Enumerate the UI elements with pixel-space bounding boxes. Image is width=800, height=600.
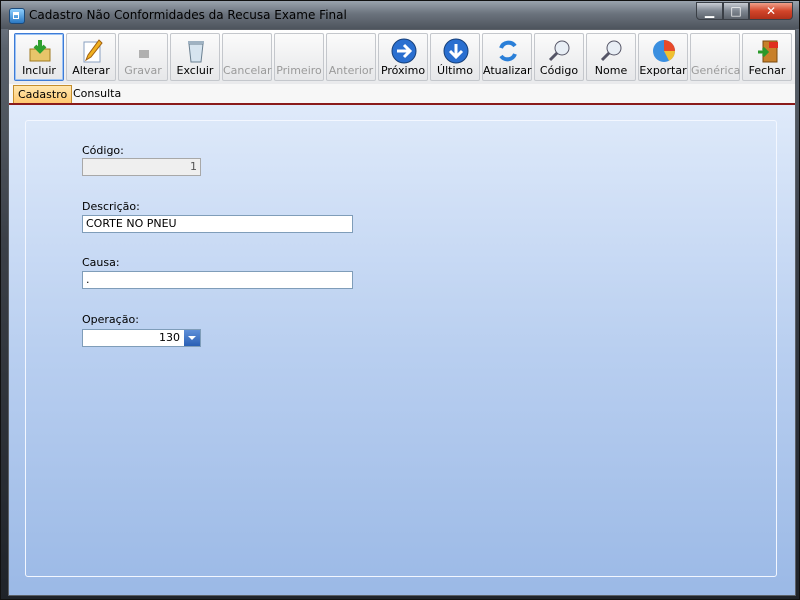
operacao-label: Operação: bbox=[82, 313, 139, 326]
next-arrow-icon bbox=[391, 38, 417, 64]
nome-search-button[interactable]: Nome bbox=[586, 33, 636, 81]
atualizar-button[interactable]: Atualizar bbox=[482, 33, 532, 81]
anterior-button[interactable]: Anterior bbox=[326, 33, 376, 81]
proximo-button[interactable]: Próximo bbox=[378, 33, 428, 81]
app-home-icon bbox=[9, 8, 25, 24]
save-icon bbox=[139, 50, 149, 58]
maximize-button[interactable]: □ bbox=[723, 2, 749, 20]
fechar-button[interactable]: Fechar bbox=[742, 33, 792, 81]
codigo-field[interactable]: 1 bbox=[82, 158, 201, 176]
fechar-label: Fechar bbox=[748, 64, 786, 77]
refresh-icon bbox=[499, 40, 517, 62]
app-window: Cadastro Não Conformidades da Recusa Exa… bbox=[0, 0, 800, 600]
gravar-button[interactable]: Gravar bbox=[118, 33, 168, 81]
tab-cadastro[interactable]: Cadastro bbox=[13, 85, 73, 103]
causa-field[interactable]: . bbox=[82, 271, 353, 289]
window-title: Cadastro Não Conformidades da Recusa Exa… bbox=[29, 8, 347, 22]
causa-label: Causa: bbox=[82, 256, 120, 269]
cancelar-button[interactable]: Cancelar bbox=[222, 33, 272, 81]
generica-button[interactable]: Genérica bbox=[690, 33, 740, 81]
window-frame: Incluir Alterar Gravar Excluir Cancelar … bbox=[8, 29, 796, 596]
ultimo-button[interactable]: Último bbox=[430, 33, 480, 81]
search-name-icon bbox=[600, 40, 622, 62]
export-chart-icon bbox=[653, 40, 675, 62]
operacao-select[interactable]: 130 bbox=[82, 329, 201, 347]
codigo-search-button[interactable]: Código bbox=[534, 33, 584, 81]
form-panel: Código: 1 Descrição: CORTE NO PNEU Causa… bbox=[25, 120, 777, 577]
search-code-icon bbox=[548, 40, 570, 62]
incluir-label: Incluir bbox=[22, 64, 56, 77]
descricao-field[interactable]: CORTE NO PNEU bbox=[82, 215, 353, 233]
exportar-button[interactable]: Exportar bbox=[638, 33, 688, 81]
tab-strip: Cadastro Consulta bbox=[9, 84, 795, 105]
title-bar[interactable]: Cadastro Não Conformidades da Recusa Exa… bbox=[1, 1, 799, 29]
incluir-button[interactable]: Incluir bbox=[14, 33, 64, 81]
nome-search-label: Nome bbox=[594, 64, 628, 77]
toolbar: Incluir Alterar Gravar Excluir Cancelar … bbox=[9, 30, 795, 85]
close-button[interactable]: ✕ bbox=[749, 2, 793, 20]
alterar-button[interactable]: Alterar bbox=[66, 33, 116, 81]
add-icon bbox=[29, 40, 51, 62]
primeiro-label: Primeiro bbox=[276, 64, 322, 77]
operacao-value: 130 bbox=[159, 331, 180, 344]
tab-consulta[interactable]: Consulta bbox=[69, 85, 125, 103]
alterar-label: Alterar bbox=[72, 64, 110, 77]
delete-icon bbox=[188, 41, 204, 63]
excluir-label: Excluir bbox=[176, 64, 214, 77]
ultimo-label: Último bbox=[437, 64, 473, 77]
form-area: Código: 1 Descrição: CORTE NO PNEU Causa… bbox=[9, 105, 795, 595]
primeiro-button[interactable]: Primeiro bbox=[274, 33, 324, 81]
codigo-search-label: Código bbox=[539, 64, 579, 77]
proximo-label: Próximo bbox=[380, 64, 426, 77]
exportar-label: Exportar bbox=[639, 64, 687, 77]
generica-label: Genérica bbox=[691, 64, 741, 77]
last-arrow-icon bbox=[443, 38, 469, 64]
anterior-label: Anterior bbox=[328, 64, 374, 77]
descricao-label: Descrição: bbox=[82, 200, 140, 213]
minimize-button[interactable]: ▁ bbox=[696, 2, 723, 20]
cancelar-label: Cancelar bbox=[223, 64, 272, 77]
codigo-label: Código: bbox=[82, 144, 124, 157]
excluir-button[interactable]: Excluir bbox=[170, 33, 220, 81]
gravar-label: Gravar bbox=[124, 64, 162, 77]
edit-icon bbox=[83, 39, 103, 63]
chevron-down-icon[interactable] bbox=[184, 330, 200, 346]
exit-icon bbox=[758, 40, 778, 63]
atualizar-label: Atualizar bbox=[483, 64, 532, 77]
